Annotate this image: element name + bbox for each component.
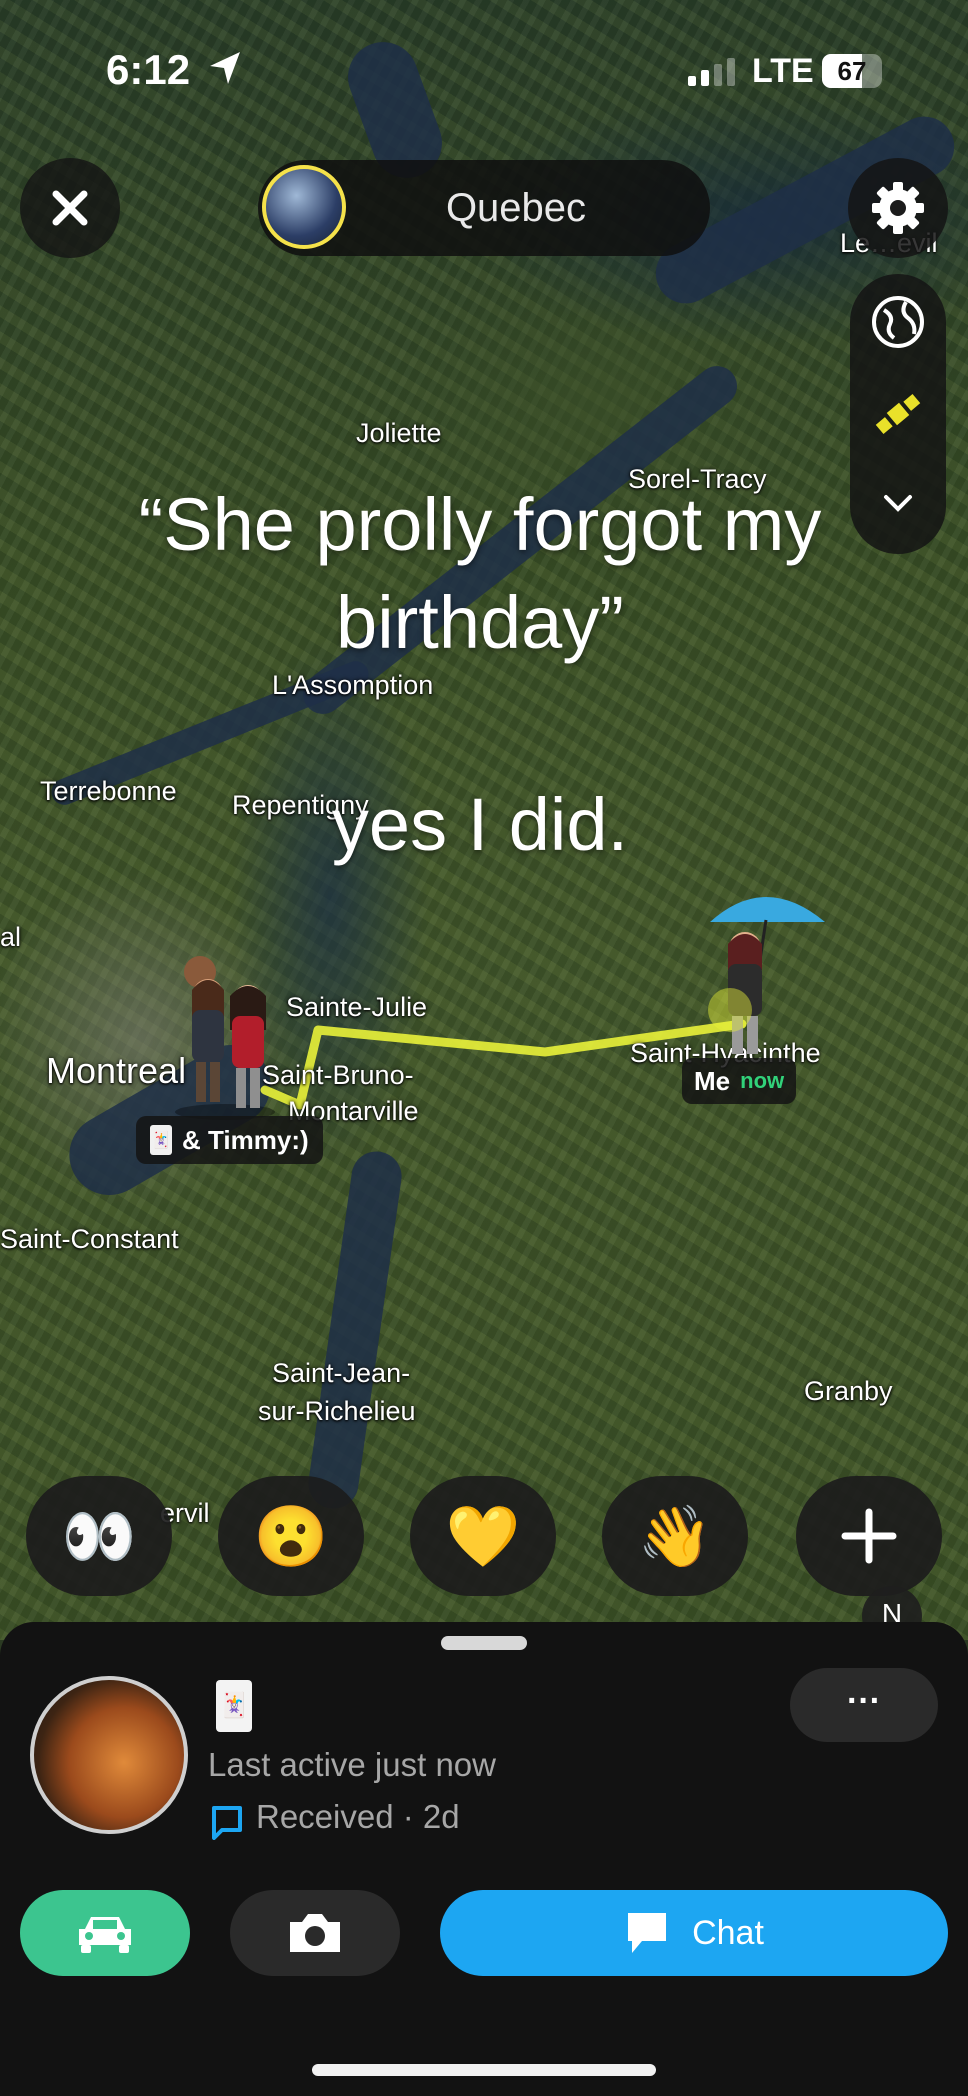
reaction-surprised-button[interactable]: 😮	[218, 1476, 364, 1596]
place-label: sur-Richelieu	[258, 1396, 416, 1426]
globe-button[interactable]	[850, 282, 946, 362]
reaction-wave-button[interactable]: 👋	[602, 1476, 748, 1596]
more-options-button[interactable]: ···	[790, 1668, 938, 1742]
chat-bubble-icon	[628, 1913, 667, 1953]
me-label: Me	[694, 1065, 731, 1096]
close-button[interactable]	[20, 158, 120, 258]
settings-button[interactable]	[848, 158, 948, 258]
story-caption-line2: yes I did.	[331, 783, 629, 866]
chat-button[interactable]: Chat	[440, 1890, 948, 1976]
camera-button[interactable]	[230, 1890, 400, 1976]
directions-button[interactable]	[20, 1890, 190, 1976]
sheet-grabber[interactable]	[441, 1636, 527, 1650]
place-label: Montreal	[46, 1050, 187, 1091]
battery-icon: 67	[822, 54, 882, 88]
playing-card-icon: 🃏	[150, 1125, 172, 1155]
chevron-down-icon	[884, 495, 912, 512]
friend-name-label: & Timmy:)	[182, 1124, 309, 1155]
place-label: L'Assomption	[272, 670, 434, 700]
plus-icon	[841, 1508, 897, 1564]
place-label: Saint-Constant	[0, 1224, 179, 1254]
status-bar: 6:12 LTE 67	[0, 0, 968, 110]
place-label: Joliette	[356, 418, 442, 448]
camera-icon	[290, 1914, 340, 1952]
location-arrow-icon	[210, 52, 240, 84]
received-status: Received · 2d	[256, 1798, 460, 1835]
signal-icon	[688, 58, 735, 86]
battery-percent: 67	[837, 56, 867, 86]
location-avatar[interactable]	[262, 165, 346, 249]
friends-bitmoji-group[interactable]	[170, 950, 280, 1120]
place-label: Granby	[804, 1376, 893, 1406]
network-type: LTE	[752, 52, 814, 90]
close-icon	[52, 190, 88, 226]
place-label: al	[0, 922, 22, 952]
me-bitmoji[interactable]	[690, 880, 840, 1060]
add-reaction-button[interactable]	[796, 1476, 942, 1596]
page-title: Quebec	[445, 186, 587, 230]
car-icon	[79, 1917, 131, 1953]
profile-card-icon: 🃏	[216, 1680, 252, 1732]
status-time: 6:12	[106, 46, 191, 93]
last-active-status: Last active just now	[208, 1746, 496, 1783]
place-label: Sainte-Julie	[286, 992, 428, 1022]
map-layer-controls	[850, 274, 946, 554]
globe-icon	[872, 296, 924, 348]
reaction-eyes-button[interactable]: 👀	[26, 1476, 172, 1596]
home-indicator	[312, 2064, 656, 2076]
story-caption-line1: “She prolly forgot my birthday”	[138, 483, 822, 664]
gear-icon	[872, 182, 924, 234]
me-location-tag[interactable]: Me now	[682, 1058, 797, 1104]
satellite-icon	[875, 393, 921, 435]
received-chat-icon	[212, 1806, 242, 1840]
expand-controls-button[interactable]	[850, 464, 946, 544]
friend-name-tag[interactable]: 🃏 & Timmy:)	[136, 1116, 323, 1164]
satellite-view-button[interactable]	[850, 374, 946, 454]
me-status-now: now	[740, 1068, 785, 1093]
place-label: Saint-Jean-	[272, 1358, 411, 1388]
place-label: Saint-Bruno-	[262, 1060, 414, 1090]
reaction-heart-button[interactable]: 💛	[410, 1476, 556, 1596]
profile-avatar[interactable]	[30, 1676, 188, 1834]
chat-button-label: Chat	[692, 1913, 764, 1952]
